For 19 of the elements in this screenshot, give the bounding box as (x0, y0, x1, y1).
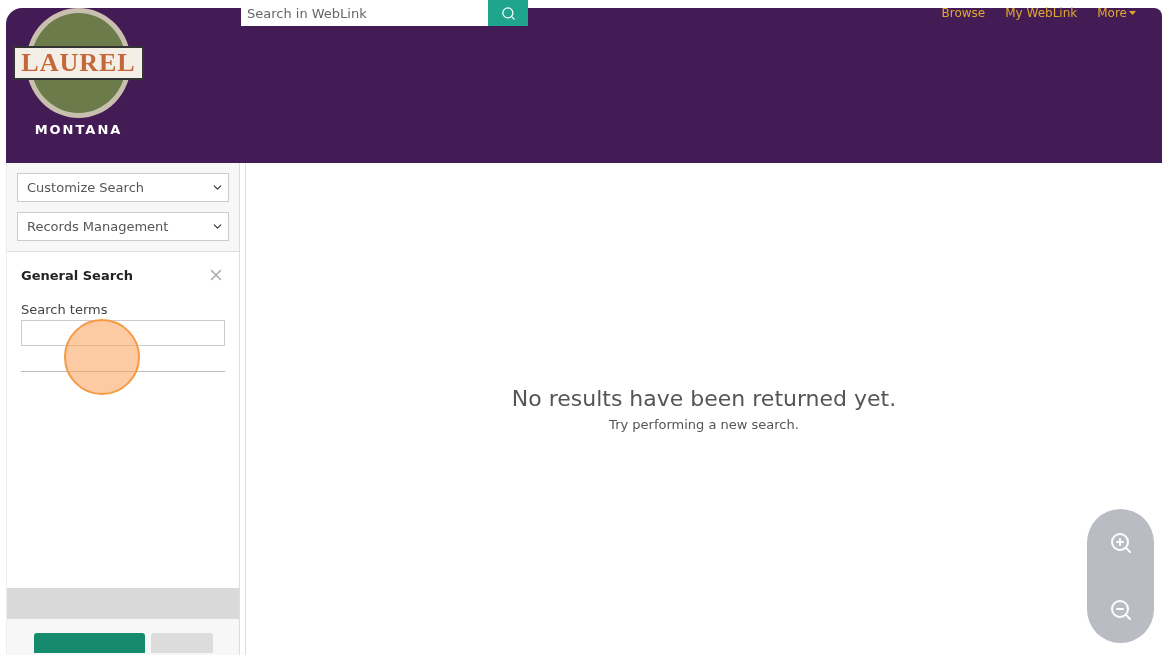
empty-hint: Try performing a new search. (609, 417, 799, 432)
nav-link[interactable]: My WebLink (1005, 6, 1078, 20)
logo-name: LAUREL (13, 46, 144, 80)
zoom-out-button[interactable] (1108, 597, 1133, 622)
zoom-in-button[interactable] (1108, 530, 1133, 555)
logo-state: MONTANA (34, 122, 123, 137)
field-label: Search terms (21, 302, 109, 317)
search-terms-field[interactable] (21, 320, 225, 346)
search-button[interactable] (488, 0, 528, 26)
reset-button[interactable] (151, 633, 213, 653)
caret-icon (1129, 11, 1136, 15)
dropdown-select[interactable]: Customize Search (17, 173, 229, 202)
dropdown-select[interactable]: Records Management (17, 212, 229, 241)
search-icon (500, 5, 516, 21)
nav-link[interactable]: Browse (941, 6, 986, 20)
panel-title: General Search (21, 267, 134, 283)
empty-message: No results have been returned yet. (511, 386, 897, 411)
nav-dropdown[interactable]: More (1097, 6, 1136, 20)
submit-button[interactable] (34, 633, 145, 653)
